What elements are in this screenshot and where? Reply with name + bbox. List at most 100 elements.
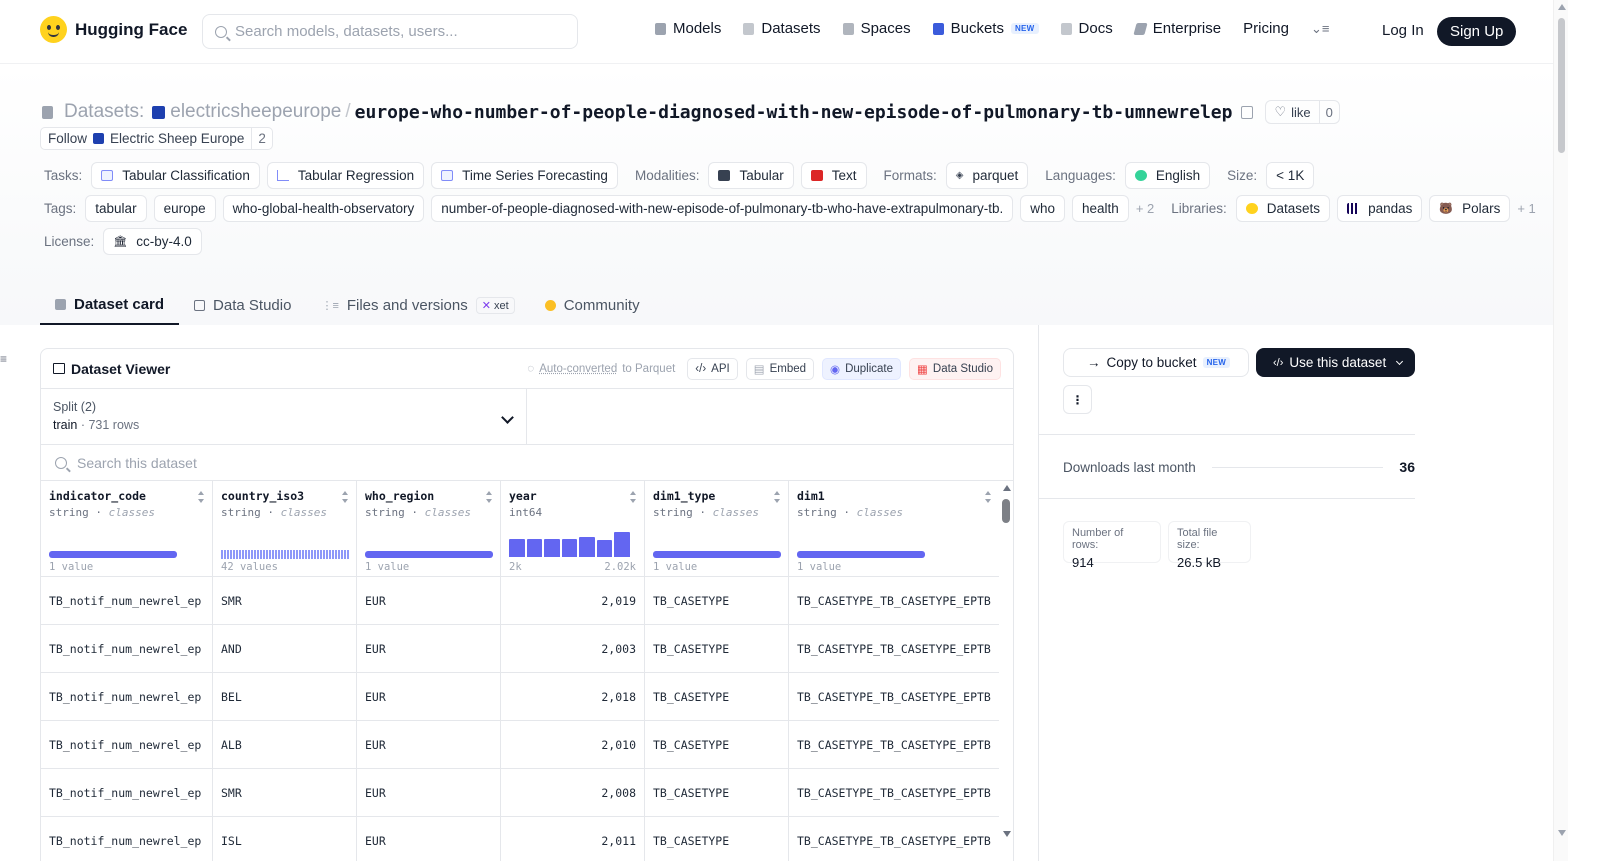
table-row[interactable]: TB_notif_num_newrel_ep AND EUR 2,003 TB_CASE… [41,625,999,673]
tab-dataset-card[interactable]: Dataset card [40,285,180,325]
table-cell[interactable]: TB_CASETYPE [645,817,789,861]
page-scrollbar[interactable] [1553,0,1568,861]
table-cell[interactable]: TB_notif_num_newrel_ep [41,577,213,624]
table-cell[interactable]: EUR [357,577,501,624]
scroll-up-icon[interactable] [1003,485,1011,491]
size-chip[interactable]: < 1K [1266,162,1315,189]
task-tabular-classification[interactable]: Tabular Classification [91,162,260,189]
library-pandas[interactable]: pandas [1337,195,1423,222]
table-cell[interactable]: EUR [357,721,501,768]
table-row[interactable]: TB_notif_num_newrel_ep SMR EUR 2,008 TB_CASE… [41,769,999,817]
like-button[interactable]: ♡ like 0 [1265,100,1340,124]
nav-pricing[interactable]: Pricing [1243,20,1289,37]
tab-community[interactable]: Community [530,285,655,325]
dataset-search-input[interactable]: Search this dataset [41,445,1013,481]
table-cell[interactable]: 2,008 [501,769,645,816]
table-cell[interactable]: ISL [213,817,357,861]
table-cell[interactable]: AND [213,625,357,672]
column-header[interactable]: year int64 2k 2.02k [501,481,645,576]
table-cell[interactable]: 2,010 [501,721,645,768]
sidebar-toggle-icon[interactable]: ≡ [0,352,9,366]
license-chip[interactable]: 🏛 cc-by-4.0 [103,228,202,255]
histogram-bar[interactable] [596,540,612,557]
tags-more[interactable]: + 2 [1136,201,1154,216]
table-cell[interactable]: 2,011 [501,817,645,861]
table-cell[interactable]: 2,003 [501,625,645,672]
table-cell[interactable]: 2,018 [501,673,645,720]
tag-health[interactable]: health [1072,195,1129,222]
modality-text[interactable]: Text [800,162,867,189]
table-cell[interactable]: EUR [357,625,501,672]
table-cell[interactable]: TB_CASETYPE [645,721,789,768]
login-link[interactable]: Log In [1382,22,1424,39]
table-cell[interactable]: SMR [213,769,357,816]
api-button[interactable]: ‹/› API [687,357,738,380]
table-cell[interactable]: 2,019 [501,577,645,624]
table-cell[interactable]: TB_CASETYPE_TB_CASETYPE_EPTB [789,625,999,672]
table-row[interactable]: TB_notif_num_newrel_ep ALB EUR 2,010 TB_CASE… [41,721,999,769]
nav-buckets[interactable]: Buckets NEW [932,20,1039,37]
sort-icon[interactable] [630,491,637,503]
auto-converted-note[interactable]: ◌ Auto-converted to Parquet [527,363,675,375]
follow-button[interactable]: Follow Electric Sheep Europe 2 [40,127,273,150]
table-cell[interactable]: TB_notif_num_newrel_ep [41,625,213,672]
histogram-bar[interactable] [509,539,525,557]
table-row[interactable]: TB_notif_num_newrel_ep ISL EUR 2,011 TB_CASE… [41,817,999,861]
format-parquet[interactable]: ◈ parquet [945,162,1029,189]
table-cell[interactable]: EUR [357,769,501,816]
scroll-down-icon[interactable] [1558,830,1566,836]
copy-to-bucket-button[interactable]: → Copy to bucket NEW [1063,348,1249,377]
data-studio-button[interactable]: ▦ Data Studio [909,357,1001,380]
table-cell[interactable]: BEL [213,673,357,720]
column-header[interactable]: country_iso3 string · classes 42 values [213,481,357,576]
sort-icon[interactable] [486,491,493,503]
table-cell[interactable]: TB_CASETYPE [645,625,789,672]
tab-data-studio[interactable]: Data Studio [179,285,306,325]
copy-icon[interactable] [1241,105,1254,119]
tag-who[interactable]: who [1020,195,1066,222]
table-cell[interactable]: TB_notif_num_newrel_ep [41,817,213,861]
sort-icon[interactable] [774,491,781,503]
column-header[interactable]: indicator_code string · classes 1 value [41,481,213,576]
column-header[interactable]: who_region string · classes 1 value [357,481,501,576]
table-cell[interactable]: TB_CASETYPE [645,769,789,816]
tag-indicator-name[interactable]: number-of-people-diagnosed-with-new-epis… [431,195,1014,222]
column-header[interactable]: dim1_type string · classes 1 value [645,481,789,576]
tag-europe[interactable]: europe [153,195,216,222]
embed-button[interactable]: ▤ Embed [745,357,815,380]
year-histogram[interactable] [509,529,630,557]
nav-enterprise[interactable]: Enterprise [1133,20,1221,37]
table-row[interactable]: TB_notif_num_newrel_ep BEL EUR 2,018 TB_CASE… [41,673,999,721]
table-cell[interactable]: TB_CASETYPE_TB_CASETYPE_EPTB [789,673,999,720]
nav-docs[interactable]: Docs [1060,20,1113,37]
nav-spaces[interactable]: Spaces [842,20,911,37]
brand-logo[interactable]: Hugging Face [40,16,187,43]
table-cell[interactable]: TB_notif_num_newrel_ep [41,769,213,816]
duplicate-button[interactable]: ◉ Duplicate [822,357,902,380]
table-cell[interactable]: EUR [357,673,501,720]
language-english[interactable]: English [1124,162,1211,189]
table-scrollbar[interactable] [999,481,1013,861]
scroll-up-icon[interactable] [1558,4,1566,10]
table-cell[interactable]: TB_CASETYPE_TB_CASETYPE_EPTB [789,817,999,861]
tab-files-and-versions[interactable]: ⋮≡ Files and versions ✕ xet [306,285,529,325]
repo-name-link[interactable]: europe-who-number-of-people-diagnosed-wi… [355,102,1233,123]
table-cell[interactable]: SMR [213,577,357,624]
scroll-thumb[interactable] [1002,499,1010,523]
table-cell[interactable]: TB_CASETYPE_TB_CASETYPE_EPTB [789,769,999,816]
sort-icon[interactable] [985,491,992,503]
histogram-bar[interactable] [579,537,595,557]
table-row[interactable]: TB_notif_num_newrel_ep SMR EUR 2,019 TB_CASE… [41,577,999,625]
nav-datasets[interactable]: Datasets [743,20,821,37]
more-menu-icon[interactable]: ⌄≡ [1311,21,1329,37]
tag-tabular[interactable]: tabular [85,195,147,222]
split-dropdown[interactable]: Split (2) train · 731 rows [41,389,527,444]
sort-icon[interactable] [198,491,205,503]
page-scroll-thumb[interactable] [1558,18,1565,153]
task-tabular-regression[interactable]: Tabular Regression [266,162,425,189]
modality-tabular[interactable]: Tabular [708,162,794,189]
libraries-more[interactable]: + 1 [1517,201,1535,216]
column-header[interactable]: dim1 string · classes 1 value [789,481,999,576]
table-cell[interactable]: ALB [213,721,357,768]
nav-models[interactable]: Models [655,20,721,37]
